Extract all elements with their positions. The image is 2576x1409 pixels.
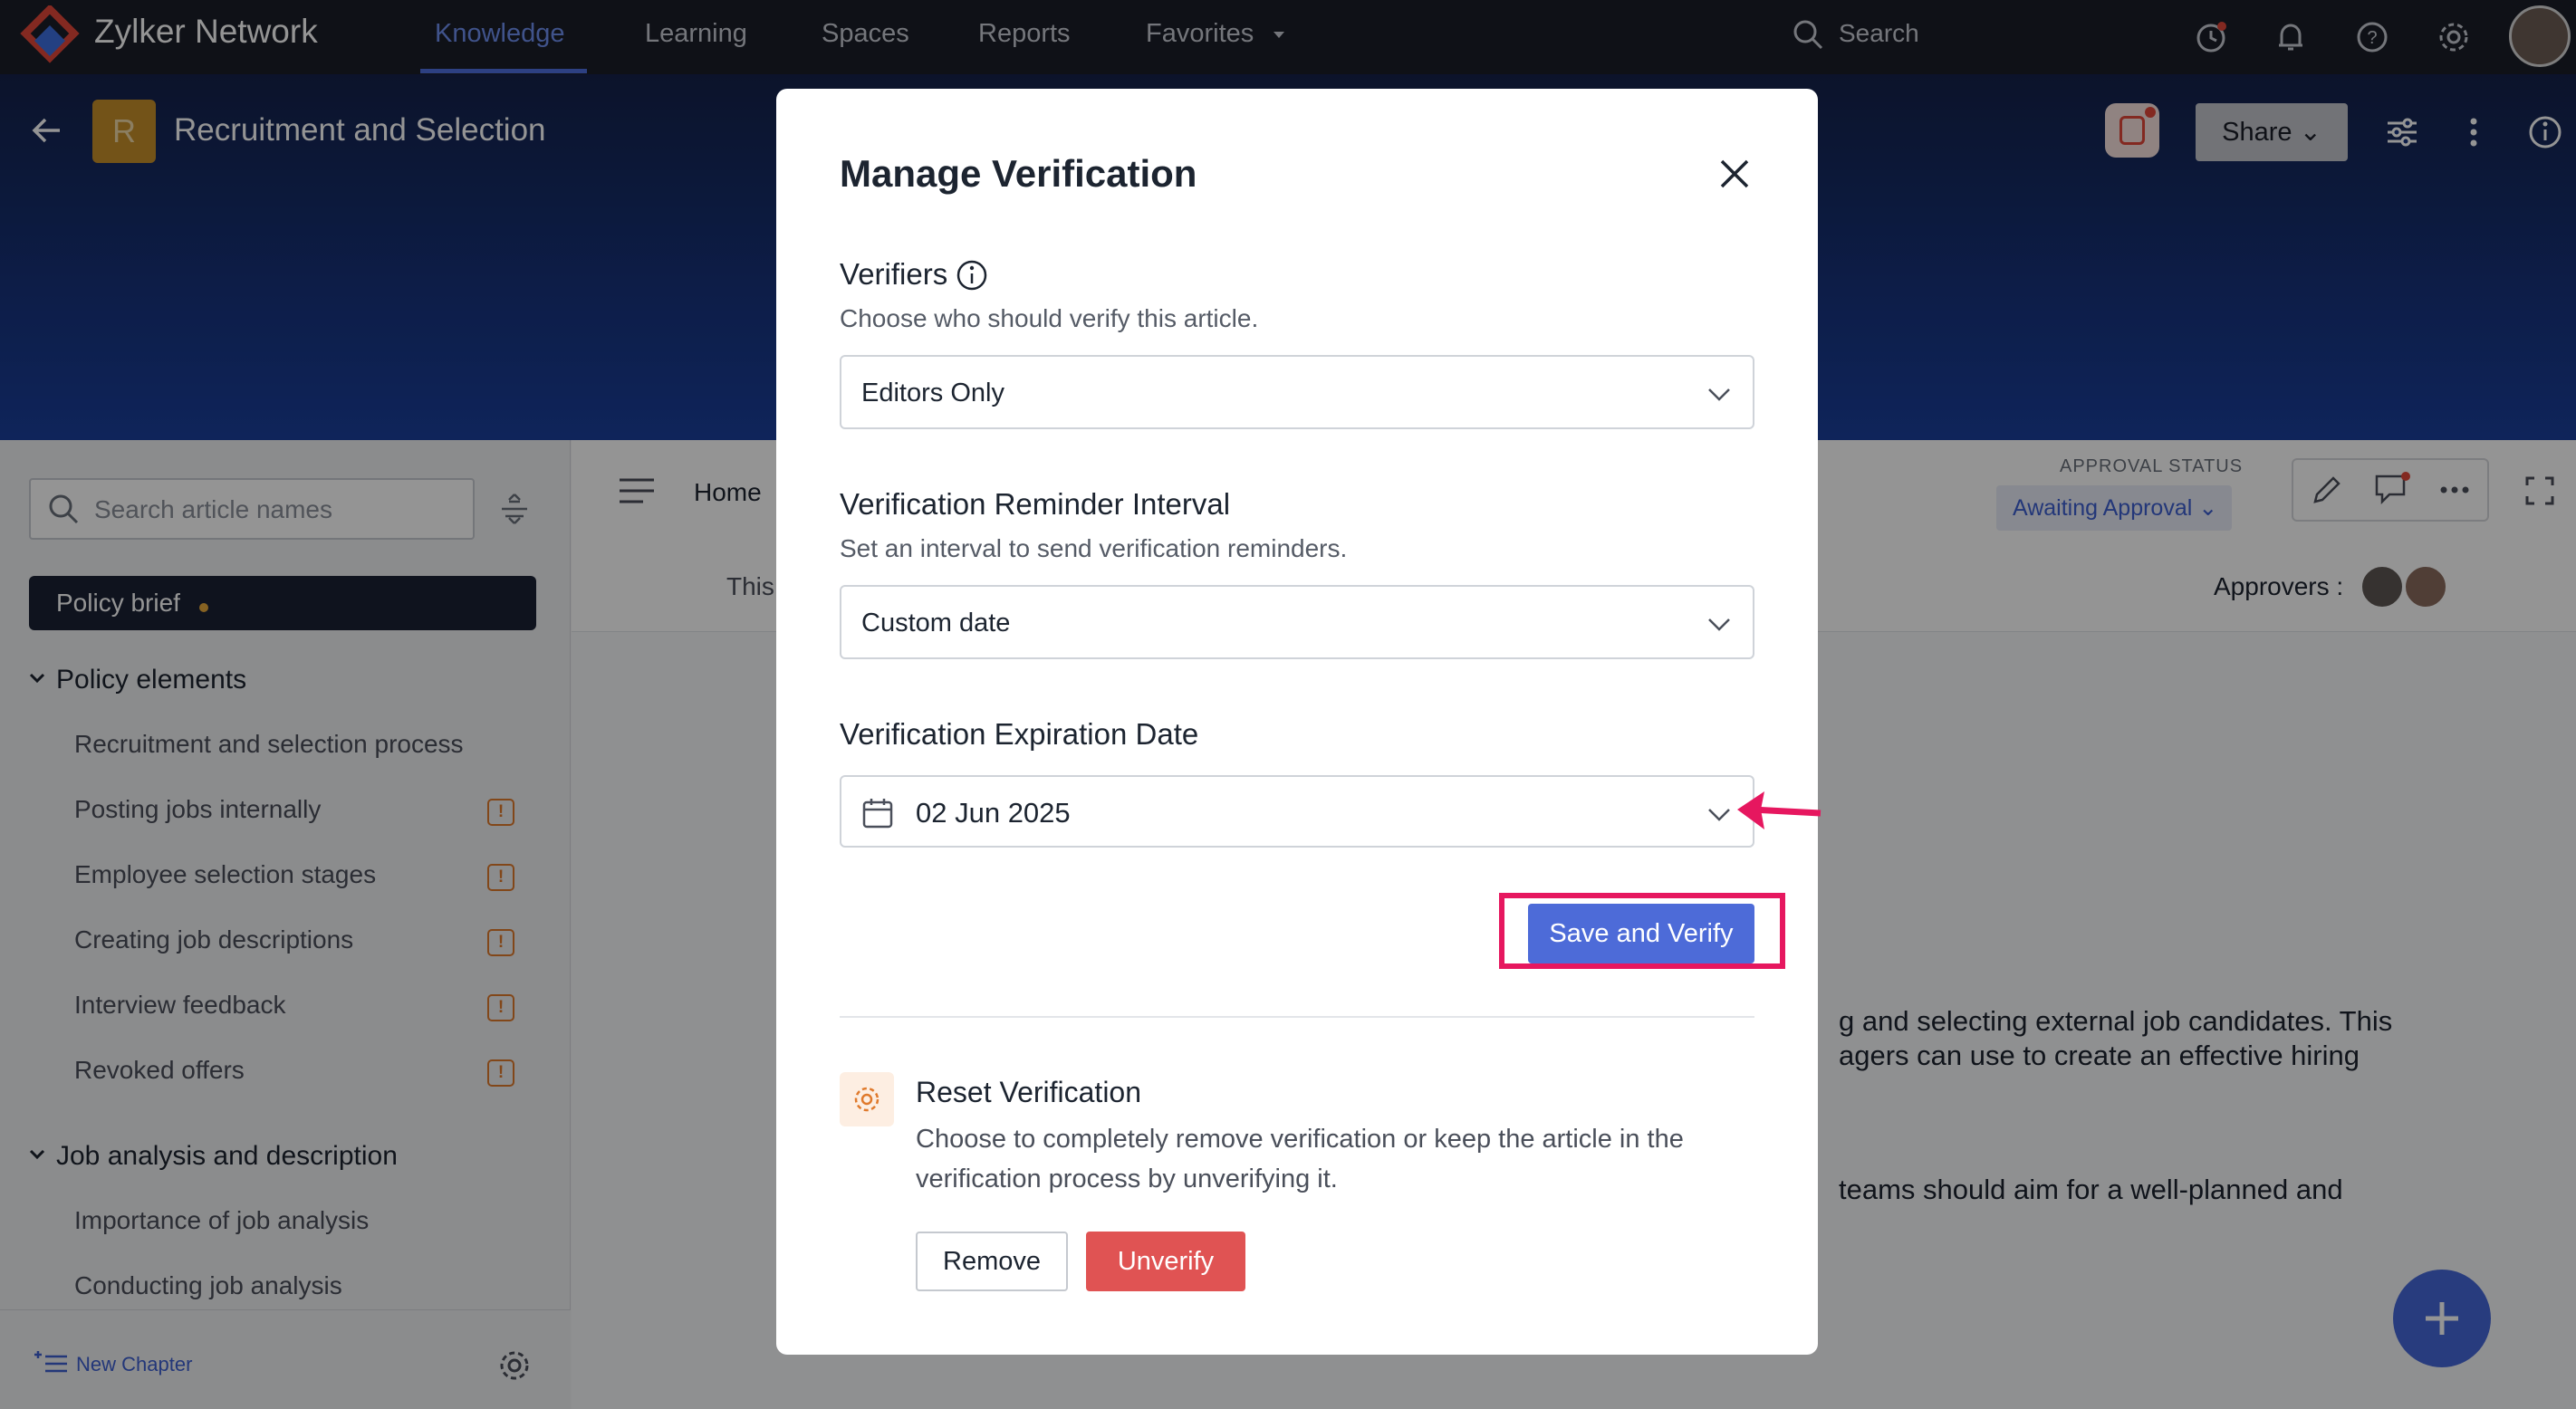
reminder-value: Custom date — [861, 609, 1011, 637]
gear-icon — [854, 1087, 879, 1112]
expiration-date-picker[interactable]: 02 Jun 2025 — [840, 775, 1754, 848]
dialog-title: Manage Verification — [840, 152, 1197, 195]
unverify-button[interactable]: Unverify — [1086, 1232, 1245, 1291]
manage-verification-dialog: Manage Verification Verifiers Choose who… — [776, 89, 1818, 1355]
reset-gear-icon — [840, 1072, 894, 1126]
verifiers-description: Choose who should verify this article. — [840, 304, 1259, 332]
expiration-heading: Verification Expiration Date — [840, 717, 1199, 751]
section-divider — [840, 1016, 1754, 1018]
chevron-down-icon — [1708, 388, 1730, 401]
verifiers-value: Editors Only — [861, 379, 1004, 407]
expiration-value: 02 Jun 2025 — [916, 797, 1071, 829]
reminder-heading: Verification Reminder Interval — [840, 487, 1231, 521]
arrow-annotation-icon — [1737, 791, 1821, 829]
verifiers-select[interactable]: Editors Only — [840, 355, 1754, 429]
info-icon[interactable] — [956, 259, 988, 292]
reset-heading: Reset Verification — [916, 1076, 1142, 1108]
chevron-down-icon — [1708, 809, 1730, 821]
close-icon[interactable] — [1718, 158, 1751, 190]
calendar-icon — [862, 799, 893, 829]
save-and-verify-button[interactable]: Save and Verify — [1528, 904, 1754, 963]
reminder-interval-select[interactable]: Custom date — [840, 585, 1754, 659]
chevron-down-icon — [1708, 618, 1730, 631]
reminder-description: Set an interval to send verification rem… — [840, 534, 1348, 562]
verifiers-heading: Verifiers — [840, 257, 948, 291]
remove-button[interactable]: Remove — [916, 1232, 1068, 1291]
reset-description: Choose to completely remove verification… — [916, 1125, 1684, 1193]
